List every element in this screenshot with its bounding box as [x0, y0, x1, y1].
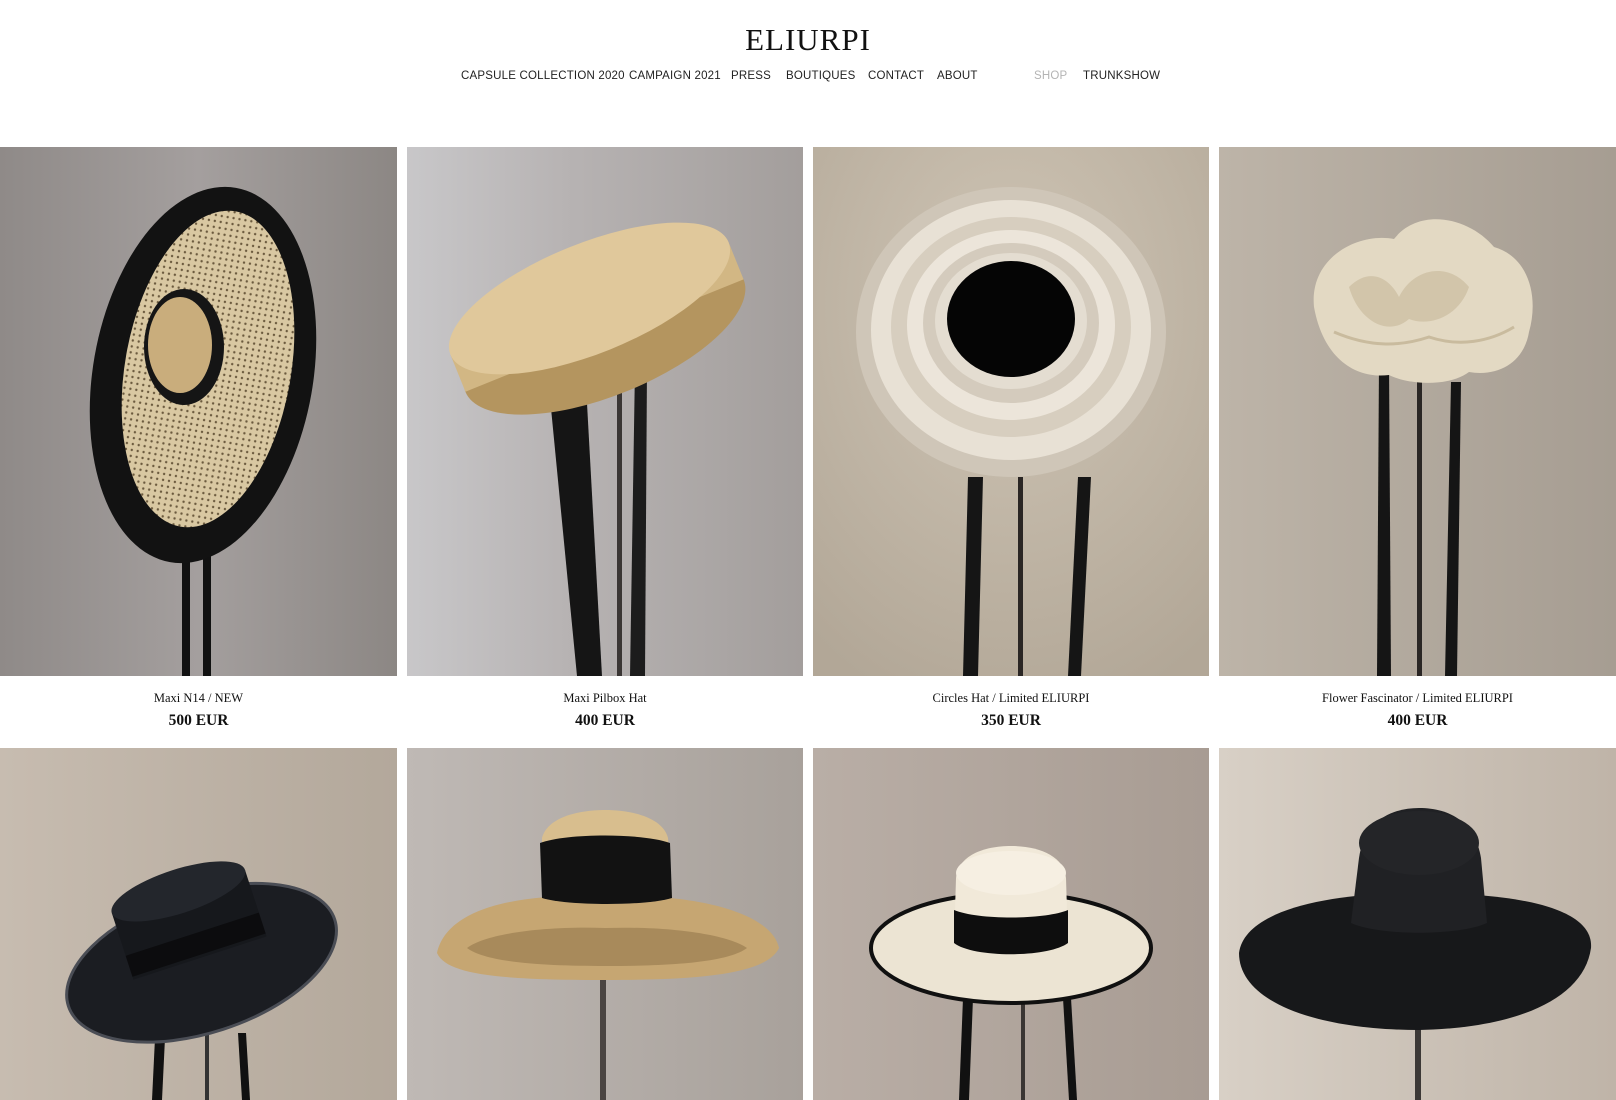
- nav-about[interactable]: ABOUT: [937, 70, 978, 82]
- product-image-black-boater[interactable]: [0, 748, 397, 1100]
- product-price: 400 EUR: [1387, 712, 1448, 729]
- nav-trunkshow[interactable]: TRUNKSHOW: [1083, 70, 1160, 82]
- brand-logo[interactable]: ELIURPI: [0, 22, 1616, 58]
- product-name[interactable]: Flower Fascinator / Limited ELIURPI: [1219, 691, 1616, 706]
- product-image-flower-fascinator[interactable]: [1219, 147, 1616, 676]
- nav-boutiques[interactable]: BOUTIQUES: [786, 70, 856, 82]
- nav-contact[interactable]: CONTACT: [868, 70, 924, 82]
- product-name[interactable]: Maxi Pilbox Hat: [407, 691, 803, 706]
- product-image-circles-hat[interactable]: [813, 147, 1209, 676]
- product-image-maxi-n14[interactable]: [0, 147, 397, 676]
- nav-capsule-collection-2020[interactable]: CAPSULE COLLECTION 2020: [461, 70, 625, 82]
- product-caption: Maxi N14 / NEW 500 EUR: [0, 691, 397, 730]
- nav-press[interactable]: PRESS: [731, 70, 771, 82]
- product-price: 350 EUR: [981, 712, 1041, 729]
- product-name[interactable]: Circles Hat / Limited ELIURPI: [813, 691, 1209, 706]
- product-price: 400 EUR: [575, 712, 635, 729]
- product-image-straw-wide-ribbon[interactable]: [407, 748, 803, 1100]
- product-price: 500 EUR: [168, 712, 229, 729]
- product-caption: Maxi Pilbox Hat 400 EUR: [407, 691, 803, 730]
- product-image-cream-boater[interactable]: [813, 748, 1209, 1100]
- product-image-maxi-pilbox[interactable]: [407, 147, 803, 676]
- main-nav: CAPSULE COLLECTION 2020 CAMPAIGN 2021 PR…: [0, 70, 1616, 86]
- nav-campaign-2021[interactable]: CAMPAIGN 2021: [629, 70, 721, 82]
- site-header: ELIURPI CAPSULE COLLECTION 2020 CAMPAIGN…: [0, 0, 1616, 146]
- product-name[interactable]: Maxi N14 / NEW: [0, 691, 397, 706]
- nav-shop[interactable]: SHOP: [1034, 70, 1067, 82]
- product-caption: Circles Hat / Limited ELIURPI 350 EUR: [813, 691, 1209, 730]
- product-caption: Flower Fascinator / Limited ELIURPI 400 …: [1219, 691, 1616, 730]
- product-image-black-wide-straw[interactable]: [1219, 748, 1616, 1100]
